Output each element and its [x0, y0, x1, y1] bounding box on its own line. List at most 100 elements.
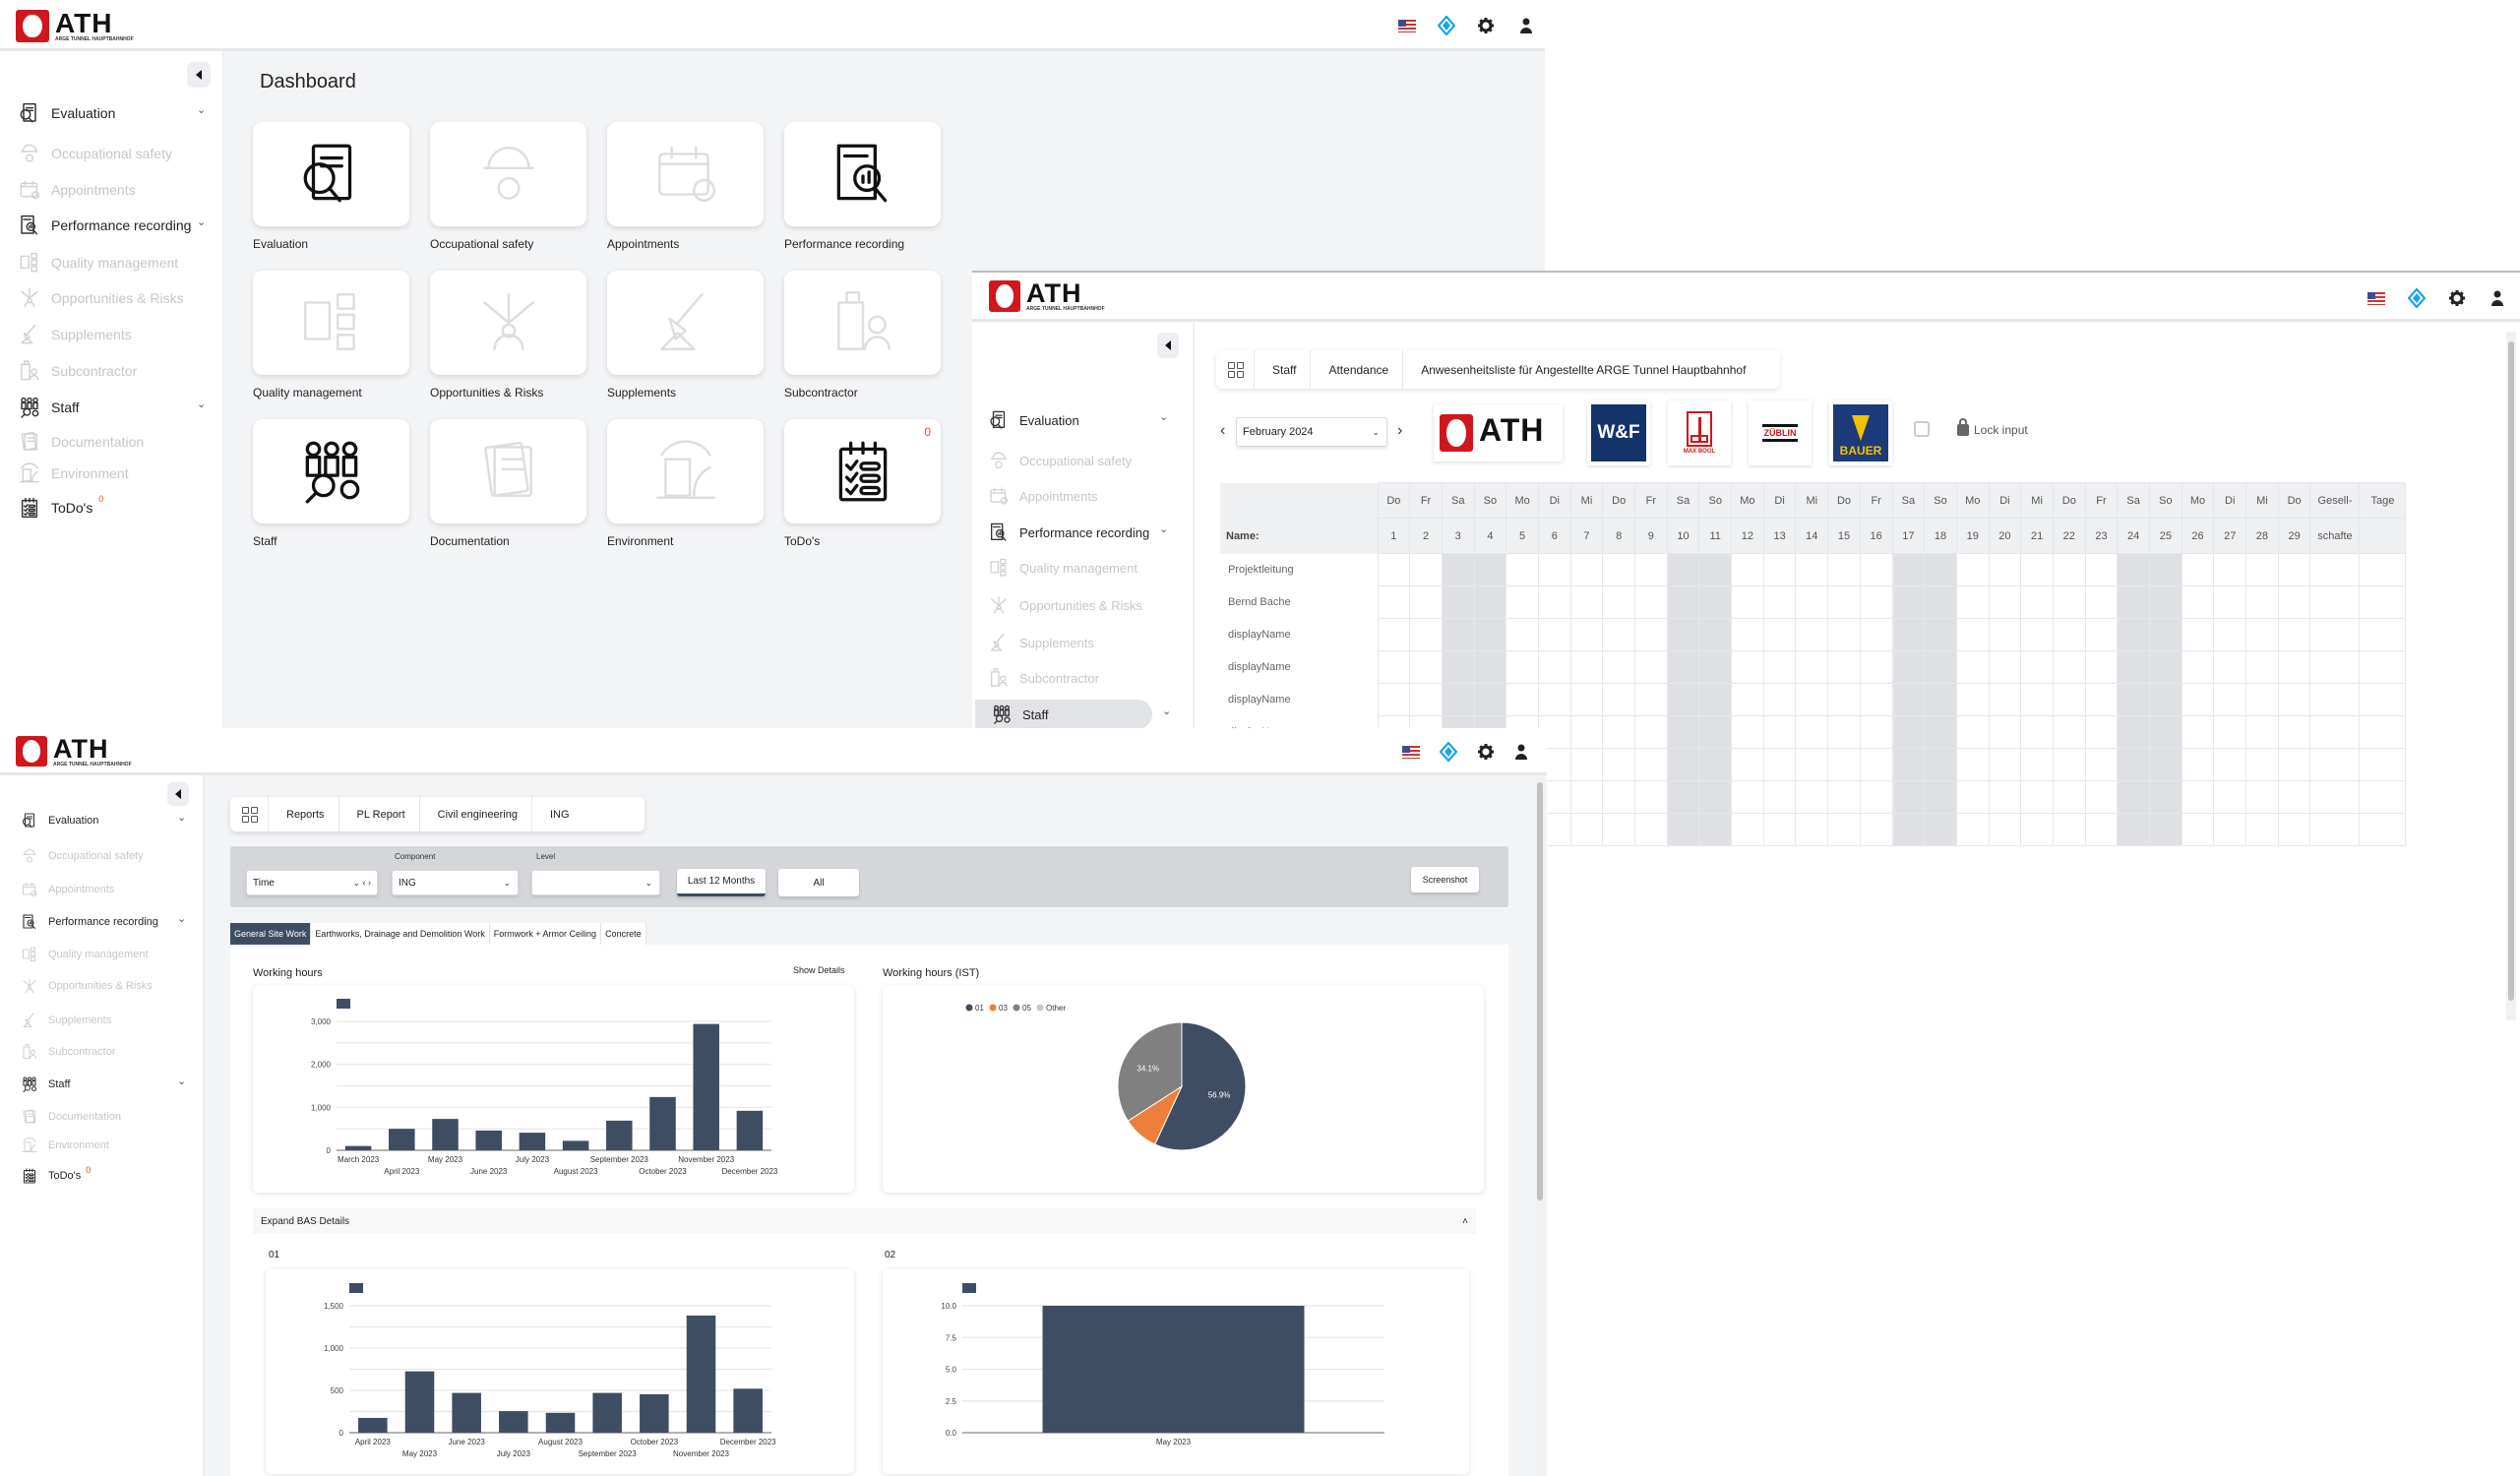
attendance-cell[interactable] [1473, 553, 1507, 586]
expand-bas-details[interactable]: Expand BAS Details ˄ [253, 1208, 1476, 1234]
attendance-cell[interactable] [2020, 618, 2054, 651]
chevron-down-icon[interactable]: ⌄ [1159, 410, 1168, 423]
attendance-cell[interactable] [1891, 650, 1926, 684]
attendance-cell[interactable] [1698, 683, 1733, 716]
attendance-cell[interactable] [1698, 585, 1733, 619]
attendance-cell[interactable] [1827, 748, 1861, 781]
attendance-cell[interactable] [2213, 683, 2247, 716]
attendance-cell[interactable] [1569, 683, 1604, 716]
lock-input-label[interactable]: Lock input [1974, 423, 2028, 437]
diamond-icon[interactable] [1439, 742, 1458, 762]
attendance-cell[interactable] [1955, 553, 1990, 586]
attendance-cell[interactable] [1506, 553, 1539, 586]
attendance-cell[interactable] [2149, 650, 2182, 684]
attendance-cell[interactable] [1762, 748, 1797, 781]
attendance-cell[interactable] [1537, 618, 1571, 651]
attendance-cell[interactable] [2359, 650, 2407, 684]
attendance-cell[interactable] [2117, 553, 2150, 586]
ath-logo[interactable]: ATH ARGE TUNNEL HAUPTBAHNHOF [16, 736, 132, 768]
attendance-cell[interactable] [1924, 553, 1957, 586]
attendance-cell[interactable] [2359, 618, 2407, 651]
attendance-cell[interactable] [1698, 618, 1733, 651]
attendance-cell[interactable] [2359, 780, 2407, 814]
attendance-cell[interactable] [2359, 748, 2407, 781]
tile-calendar[interactable] [607, 122, 764, 226]
attendance-cell[interactable] [1955, 650, 1990, 684]
attendance-cell[interactable] [1859, 618, 1893, 651]
attendance-cell[interactable] [1859, 748, 1893, 781]
attendance-cell[interactable] [1859, 683, 1893, 716]
attendance-cell[interactable] [1891, 683, 1926, 716]
attendance-cell[interactable] [2052, 715, 2086, 749]
company-logo-zueblin[interactable]: ZÜBLIN [1749, 400, 1812, 465]
tile-evaluation[interactable] [253, 122, 409, 226]
attendance-cell[interactable] [2245, 553, 2279, 586]
attendance-cell[interactable] [1988, 553, 2022, 586]
attendance-cell[interactable] [2277, 585, 2311, 619]
attendance-cell[interactable] [2052, 780, 2086, 814]
attendance-cell[interactable] [1506, 650, 1539, 684]
attendance-cell[interactable] [1795, 585, 1829, 619]
chevron-down-icon[interactable]: ⌄ [177, 912, 186, 925]
attendance-cell[interactable] [1409, 683, 1443, 716]
attendance-cell[interactable] [1569, 715, 1604, 749]
attendance-cell[interactable] [2149, 585, 2182, 619]
chevron-down-icon[interactable]: ⌄ [197, 398, 206, 410]
attendance-cell[interactable] [2052, 650, 2086, 684]
attendance-cell[interactable] [2181, 813, 2215, 846]
ath-logo[interactable]: ATH ARGE TUNNEL HAUPTBAHNHOF [989, 280, 1105, 312]
attendance-cell[interactable] [2245, 683, 2279, 716]
attendance-cell[interactable] [2277, 650, 2311, 684]
attendance-cell[interactable] [1377, 553, 1411, 586]
attendance-cell[interactable] [1377, 585, 1411, 619]
attendance-cell[interactable] [2309, 715, 2361, 749]
chevron-down-icon[interactable]: ⌄ [197, 215, 206, 228]
breadcrumb-civil-engineering[interactable]: Civil engineering [418, 797, 531, 831]
attendance-cell[interactable] [2084, 715, 2119, 749]
attendance-cell[interactable] [1762, 585, 1797, 619]
attendance-cell[interactable] [1537, 683, 1571, 716]
gear-icon[interactable] [1476, 16, 1496, 35]
diamond-icon[interactable] [2407, 288, 2427, 308]
attendance-cell[interactable] [2181, 715, 2215, 749]
chevron-down-icon[interactable]: ⌄ [197, 103, 206, 116]
tile-quality[interactable] [253, 271, 409, 375]
attendance-cell[interactable] [1859, 553, 1893, 586]
attendance-cell[interactable] [1731, 780, 1764, 814]
attendance-cell[interactable] [1506, 585, 1539, 619]
attendance-cell[interactable] [1377, 683, 1411, 716]
tab-general-site-work[interactable]: General Site Work [230, 923, 312, 945]
attendance-cell[interactable] [2020, 650, 2054, 684]
show-details-link[interactable]: Show Details [793, 965, 845, 975]
attendance-cell[interactable] [1924, 650, 1957, 684]
attendance-cell[interactable] [2084, 618, 2119, 651]
attendance-cell[interactable] [1795, 618, 1829, 651]
tile-todo[interactable]: 0 [784, 419, 941, 523]
attendance-cell[interactable] [2117, 813, 2150, 846]
attendance-cell[interactable] [1698, 813, 1733, 846]
us-flag-icon[interactable] [1401, 742, 1421, 762]
tab-formwork-armor-ceiling[interactable]: Formwork + Armor Ceiling [489, 923, 602, 945]
attendance-cell[interactable] [2213, 813, 2247, 846]
attendance-cell[interactable] [1698, 780, 1733, 814]
attendance-cell[interactable] [2309, 748, 2361, 781]
attendance-cell[interactable] [1666, 813, 1700, 846]
attendance-cell[interactable] [2117, 585, 2150, 619]
user-icon[interactable] [1511, 742, 1531, 762]
sidebar-collapse-button[interactable] [187, 62, 211, 88]
attendance-cell[interactable] [2245, 715, 2279, 749]
attendance-cell[interactable] [1762, 780, 1797, 814]
chevron-down-icon[interactable]: ⌄ [177, 1075, 186, 1087]
attendance-cell[interactable] [2117, 683, 2150, 716]
attendance-cell[interactable] [1666, 585, 1700, 619]
attendance-cell[interactable] [1988, 650, 2022, 684]
attendance-cell[interactable] [2213, 748, 2247, 781]
attendance-cell[interactable] [2052, 683, 2086, 716]
attendance-cell[interactable] [1988, 585, 2022, 619]
attendance-cell[interactable] [1924, 618, 1957, 651]
attendance-cell[interactable] [2020, 585, 2054, 619]
attendance-cell[interactable] [2213, 715, 2247, 749]
attendance-cell[interactable] [2052, 553, 2086, 586]
sidebar-collapse-button[interactable] [167, 782, 189, 806]
attendance-cell[interactable] [2052, 585, 2086, 619]
